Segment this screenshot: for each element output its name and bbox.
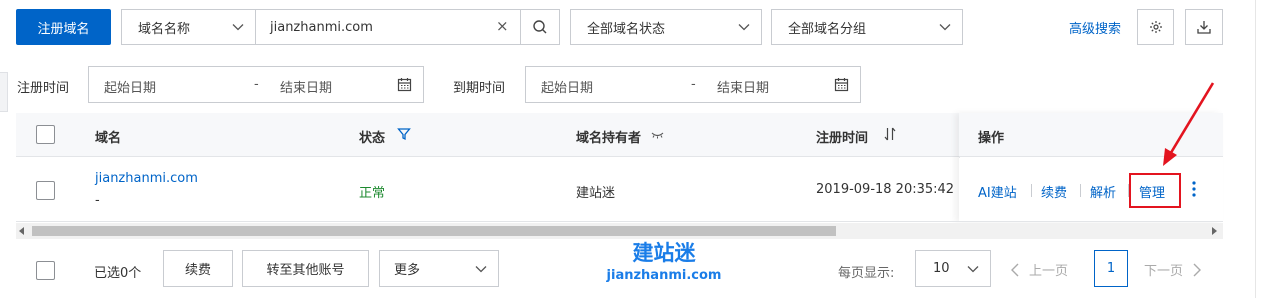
register-end-date[interactable]: 结束日期 [280, 77, 332, 96]
group-select-label: 全部域名分组 [788, 21, 867, 37]
chevron-down-icon [967, 265, 979, 272]
chevron-down-icon [232, 24, 244, 31]
clear-icon[interactable]: × [496, 17, 509, 35]
register-domain-button[interactable]: 注册域名 [16, 9, 111, 45]
search-input[interactable]: jianzhanmi.com [255, 9, 521, 45]
column-header-holder: 域名持有者 [576, 131, 642, 146]
download-button[interactable] [1185, 9, 1223, 45]
column-header-status: 状态 [359, 131, 386, 146]
column-header-actions: 操作 [978, 131, 1005, 146]
page-size-select[interactable]: 10 [915, 250, 991, 287]
next-page-label: 下一页 [1144, 264, 1184, 279]
manage-highlight-box [1129, 173, 1181, 208]
more-vertical-icon[interactable] [1190, 180, 1198, 198]
advanced-search-link[interactable]: 高级搜索 [1069, 18, 1121, 37]
chevron-down-icon [475, 265, 487, 272]
more-actions-select[interactable]: 更多 [379, 250, 499, 287]
page-size-value: 10 [933, 261, 950, 276]
select-all-checkbox[interactable] [36, 125, 55, 144]
chevron-down-icon [939, 24, 951, 31]
chevron-down-icon [738, 24, 750, 31]
current-page-number: 1 [1106, 261, 1116, 276]
register-date-range[interactable]: 起始日期 - 结束日期 [88, 66, 424, 103]
gear-icon [1149, 21, 1162, 33]
watermark-title: 建站迷 [632, 241, 696, 265]
prev-page-label: 上一页 [1029, 264, 1069, 279]
expire-start-date[interactable]: 起始日期 [541, 77, 593, 96]
action-dns[interactable]: 解析 [1090, 182, 1116, 201]
calendar-icon [397, 78, 412, 92]
group-select[interactable]: 全部域名分组 [771, 9, 963, 45]
domain-sub: - [95, 193, 100, 208]
next-page-button[interactable]: 下一页 [1144, 260, 1202, 279]
register-time-cell: 2019-09-18 20:35:42 [816, 182, 955, 197]
status-select[interactable]: 全部域名状态 [570, 9, 762, 45]
holder-cell: 建站迷 [576, 186, 616, 201]
row-checkbox[interactable] [36, 181, 55, 200]
calendar-icon [834, 78, 849, 92]
current-page-button[interactable]: 1 [1094, 250, 1128, 287]
range-separator: - [691, 77, 696, 92]
search-field-select-label: 域名名称 [138, 21, 191, 37]
search-input-value: jianzhanmi.com [270, 19, 373, 35]
scrollbar-thumb[interactable] [32, 226, 836, 236]
action-renew[interactable]: 续费 [1041, 182, 1067, 201]
prev-page-button[interactable]: 上一页 [1010, 260, 1068, 279]
scroll-right-icon[interactable] [1212, 227, 1218, 235]
expire-end-date[interactable]: 结束日期 [717, 77, 769, 96]
range-separator: - [254, 77, 259, 92]
expire-date-range[interactable]: 起始日期 - 结束日期 [525, 66, 861, 103]
register-time-label: 注册时间 [17, 81, 70, 96]
column-header-domain: 域名 [95, 131, 122, 146]
transfer-account-button[interactable]: 转至其他账号 [242, 250, 369, 287]
status-select-label: 全部域名状态 [587, 21, 666, 37]
page-scrollbar-track [1255, 0, 1256, 298]
selected-count: 已选0个 [94, 266, 142, 281]
expire-time-label: 到期时间 [453, 81, 506, 96]
annotation-arrow [1163, 82, 1215, 166]
filter-icon[interactable] [397, 127, 411, 141]
scroll-left-icon[interactable] [19, 227, 25, 235]
search-button[interactable] [520, 9, 560, 45]
watermark: 建站迷 jianzhanmi.com [590, 240, 738, 286]
domain-link[interactable]: jianzhanmi.com [95, 171, 198, 186]
side-collapse-tab[interactable] [0, 72, 8, 112]
search-icon [533, 20, 547, 34]
action-divider [1031, 184, 1032, 197]
page-size-label: 每页显示: [838, 266, 895, 281]
watermark-domain: jianzhanmi.com [606, 268, 722, 283]
settings-button[interactable] [1137, 9, 1174, 45]
action-ai-site[interactable]: AI建站 [978, 182, 1017, 201]
chevron-left-icon [1011, 263, 1019, 276]
column-header-register-time: 注册时间 [816, 131, 869, 146]
horizontal-scrollbar[interactable] [16, 223, 1223, 239]
download-icon [1197, 21, 1211, 34]
eye-closed-icon[interactable] [651, 131, 664, 139]
footer-select-all-checkbox[interactable] [36, 261, 55, 280]
search-field-select[interactable]: 域名名称 [121, 9, 256, 45]
register-start-date[interactable]: 起始日期 [104, 77, 156, 96]
action-divider [1080, 184, 1081, 197]
sort-icon[interactable] [884, 127, 896, 141]
status-badge: 正常 [359, 186, 386, 201]
more-actions-label: 更多 [394, 263, 421, 278]
batch-renew-button[interactable]: 续费 [163, 250, 233, 287]
chevron-right-icon [1193, 263, 1202, 276]
